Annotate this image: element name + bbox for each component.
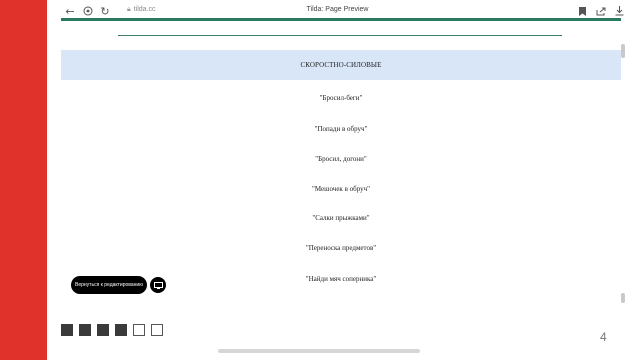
bookmark-icon[interactable]: [574, 3, 590, 19]
slide-square: [61, 324, 73, 336]
window-title: Tilda: Page Preview: [306, 6, 369, 13]
slide-square: [97, 324, 109, 336]
slide-square: [115, 324, 127, 336]
slide-square: [79, 324, 91, 336]
bottom-scrollbar[interactable]: [218, 349, 420, 353]
list-item: "Салки прыжками": [312, 214, 370, 222]
list-item: "Бросил, догони": [315, 155, 367, 163]
section-divider: [118, 35, 562, 36]
list-item: "Попади в обруч": [314, 125, 368, 133]
back-to-editing-button[interactable]: Вернуться к редактированию: [71, 276, 147, 294]
page-number: 4: [600, 330, 607, 344]
list-item: "Переноска предметов": [305, 244, 377, 252]
scrollbar-thumb-lower[interactable]: [621, 293, 625, 303]
share-icon[interactable]: [593, 3, 609, 19]
list-item: "Мешочек в обруч": [312, 185, 370, 193]
section-heading: СКОРОСТНО-СИЛОВЫЕ: [61, 50, 621, 80]
slide-square: [151, 324, 163, 336]
slide-square: [133, 324, 145, 336]
header-green-line: [61, 18, 621, 21]
left-red-bar: [0, 0, 47, 360]
scrollbar-thumb[interactable]: [621, 44, 625, 58]
device-preview-button[interactable]: [149, 276, 167, 294]
list-item: "Бросил-беги": [319, 94, 363, 102]
monitor-icon: [153, 281, 163, 289]
download-icon[interactable]: [611, 3, 627, 19]
